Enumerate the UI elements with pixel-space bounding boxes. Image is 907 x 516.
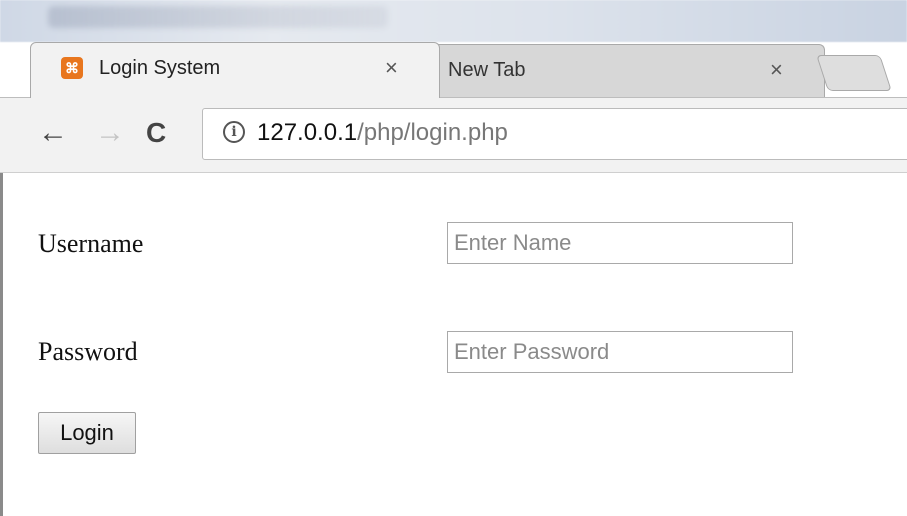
url-host: 127.0.0.1	[257, 119, 358, 146]
back-arrow-icon[interactable]: ←	[38, 116, 68, 150]
blurred-title-text	[48, 6, 388, 28]
password-input[interactable]	[447, 331, 793, 373]
tab-title: Login System	[99, 57, 221, 79]
username-label: Username	[38, 229, 144, 258]
tab-new-tab[interactable]: New Tab ×	[425, 44, 825, 98]
new-tab-button[interactable]	[816, 55, 892, 91]
url-path: /php/login.php	[357, 119, 508, 146]
window-title-bar	[0, 0, 907, 42]
close-tab-icon[interactable]: ×	[385, 55, 398, 81]
page-content: Username Password Login	[0, 173, 907, 516]
browser-toolbar: ← → C i 127.0.0.1/php/login.php	[0, 97, 907, 173]
url-text[interactable]: 127.0.0.1/php/login.php	[257, 119, 508, 147]
tab-login-system[interactable]: ⌘ Login System ×	[30, 42, 440, 98]
username-input[interactable]	[447, 222, 793, 264]
tab-title: New Tab	[448, 59, 526, 81]
address-bar[interactable]: i 127.0.0.1/php/login.php	[202, 108, 907, 160]
xampp-icon: ⌘	[61, 57, 83, 79]
close-tab-icon[interactable]: ×	[770, 57, 783, 83]
login-button[interactable]: Login	[38, 412, 136, 454]
forward-arrow-icon[interactable]: →	[95, 116, 125, 150]
info-icon[interactable]: i	[223, 121, 245, 143]
reload-icon[interactable]: C	[146, 116, 166, 150]
password-label: Password	[38, 337, 138, 366]
